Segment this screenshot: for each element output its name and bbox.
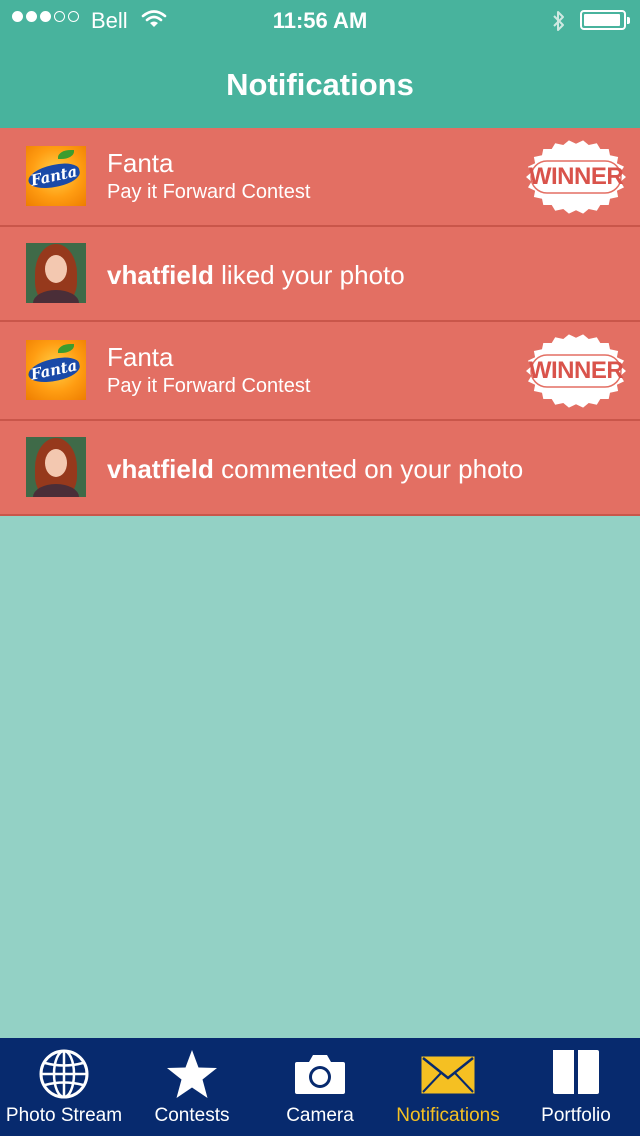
winner-badge: WINNER [525,333,627,409]
username[interactable]: vhatfield [107,260,214,290]
tab-label: Contests [154,1105,230,1126]
notification-item[interactable]: Fanta Fanta Pay it Forward Contest WINNE… [0,128,640,227]
envelope-icon [421,1056,475,1094]
notification-title: Fanta [107,342,174,372]
notification-item[interactable]: vhatfield liked your photo [0,227,640,322]
bluetooth-icon [553,11,564,31]
notification-message: vhatfield commented on your photo [107,454,524,484]
book-icon [553,1050,599,1094]
fanta-logo-icon: Fanta [26,146,86,206]
notification-item[interactable]: Fanta Fanta Pay it Forward Contest WINNE… [0,322,640,421]
user-avatar [26,437,86,497]
user-avatar [26,243,86,303]
star-icon [167,1050,217,1098]
tab-label: Camera [286,1105,354,1126]
username[interactable]: vhatfield [107,454,214,484]
tab-camera[interactable]: Camera [256,1038,384,1136]
tab-contests[interactable]: Contests [128,1038,256,1136]
notification-list: Fanta Fanta Pay it Forward Contest WINNE… [0,128,640,516]
status-bar: Bell 11:56 AM [0,0,640,40]
tab-photo-stream[interactable]: Photo Stream [0,1038,128,1136]
tab-bar: Photo Stream Contests Camera Notificatio… [0,1038,640,1136]
winner-badge: WINNER [525,139,627,215]
notification-subtitle: Pay it Forward Contest [107,181,311,203]
notification-subtitle: Pay it Forward Contest [107,375,311,397]
tab-label: Portfolio [541,1105,611,1126]
tab-portfolio[interactable]: Portfolio [512,1038,640,1136]
status-time: 11:56 AM [272,8,368,33]
fanta-logo-icon: Fanta [26,340,86,400]
tab-label: Notifications [396,1105,500,1126]
battery-icon [580,10,630,30]
notification-message: vhatfield liked your photo [107,260,405,290]
notification-item[interactable]: vhatfield commented on your photo [0,421,640,516]
nav-header: Bell 11:56 AM Notifications [0,0,640,128]
page-title: Notifications [226,67,414,102]
camera-icon [295,1055,345,1094]
notification-title: Fanta [107,148,174,178]
tab-notifications[interactable]: Notifications [384,1038,512,1136]
tab-label: Photo Stream [5,1105,123,1126]
globe-icon [39,1049,89,1099]
